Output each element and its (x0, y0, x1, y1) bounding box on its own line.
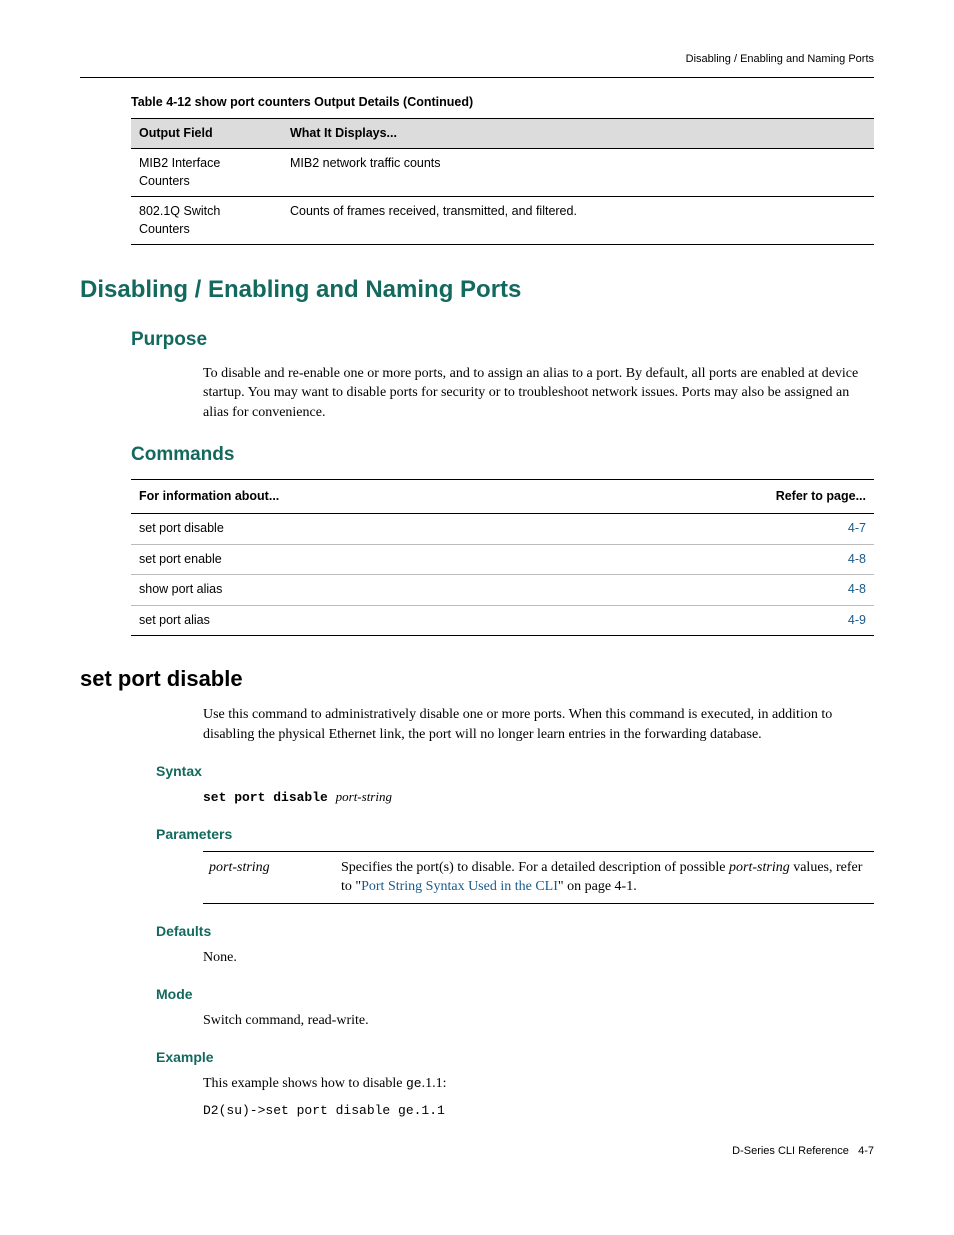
cell: show port alias (131, 575, 573, 606)
cell: set port disable (131, 514, 573, 545)
running-header: Disabling / Enabling and Naming Ports (80, 52, 874, 78)
commands-col1: For information about... (131, 479, 573, 514)
parameters-table: port‑string Specifies the port(s) to dis… (203, 851, 874, 904)
syntax-heading: Syntax (156, 762, 874, 782)
example-lead-text: This example shows how to disable (203, 1076, 406, 1091)
param-desc-text: " on page 4‑1. (558, 879, 637, 894)
page-ref[interactable]: 4-7 (573, 514, 874, 545)
table-row: set port disable 4-7 (131, 514, 874, 545)
example-code: D2(su)->set port disable ge.1.1 (203, 1102, 874, 1120)
mode-text: Switch command, read‑write. (203, 1011, 874, 1031)
table-row: 802.1Q Switch Counters Counts of frames … (131, 197, 874, 245)
table-4-12-caption: Table 4-12 show port counters Output Det… (131, 94, 874, 112)
param-name: port‑string (203, 851, 335, 903)
cell: MIB2 Interface Counters (131, 149, 282, 197)
example-lead: This example shows how to disable ge.1.1… (203, 1074, 874, 1094)
table-4-12-col1: Output Field (131, 118, 282, 149)
cell: set port enable (131, 544, 573, 575)
cross-ref-link[interactable]: Port String Syntax Used in the CLI (361, 879, 558, 894)
commands-col2: Refer to page... (573, 479, 874, 514)
command-intro: Use this command to administratively dis… (203, 705, 874, 744)
cell: 802.1Q Switch Counters (131, 197, 282, 245)
example-lead-mono: ge (406, 1076, 422, 1091)
commands-table: For information about... Refer to page..… (131, 479, 874, 637)
page-ref[interactable]: 4-8 (573, 575, 874, 606)
parameters-heading: Parameters (156, 825, 874, 845)
syntax-arg: port-string (336, 789, 392, 804)
cell: Counts of frames received, transmitted, … (282, 197, 874, 245)
table-row: MIB2 Interface Counters MIB2 network tra… (131, 149, 874, 197)
table-row: set port alias 4-9 (131, 605, 874, 636)
mode-heading: Mode (156, 985, 874, 1005)
purpose-text: To disable and re‑enable one or more por… (203, 364, 874, 423)
footer-doc-title: D-Series CLI Reference (732, 1145, 849, 1157)
syntax-keyword: set port disable (203, 790, 328, 805)
param-desc-ital: port‑string (729, 860, 790, 875)
page-footer: D-Series CLI Reference 4-7 (80, 1144, 874, 1159)
table-4-12-col2: What It Displays... (282, 118, 874, 149)
section-title: Disabling / Enabling and Naming Ports (80, 273, 874, 307)
defaults-heading: Defaults (156, 922, 874, 942)
command-title: set port disable (80, 664, 874, 695)
cell: MIB2 network traffic counts (282, 149, 874, 197)
param-desc-text: Specifies the port(s) to disable. For a … (341, 860, 729, 875)
cell: set port alias (131, 605, 573, 636)
footer-page-number: 4-7 (858, 1145, 874, 1157)
table-row: port‑string Specifies the port(s) to dis… (203, 851, 874, 903)
example-heading: Example (156, 1048, 874, 1068)
page-ref[interactable]: 4-9 (573, 605, 874, 636)
param-desc: Specifies the port(s) to disable. For a … (335, 851, 874, 903)
table-row: set port enable 4-8 (131, 544, 874, 575)
table-4-12: Output Field What It Displays... MIB2 In… (131, 118, 874, 246)
syntax-line: set port disable port-string (203, 788, 874, 807)
page-ref[interactable]: 4-8 (573, 544, 874, 575)
purpose-heading: Purpose (131, 327, 874, 354)
commands-heading: Commands (131, 442, 874, 469)
example-lead-text: .1.1: (422, 1076, 447, 1091)
table-row: show port alias 4-8 (131, 575, 874, 606)
defaults-text: None. (203, 948, 874, 968)
